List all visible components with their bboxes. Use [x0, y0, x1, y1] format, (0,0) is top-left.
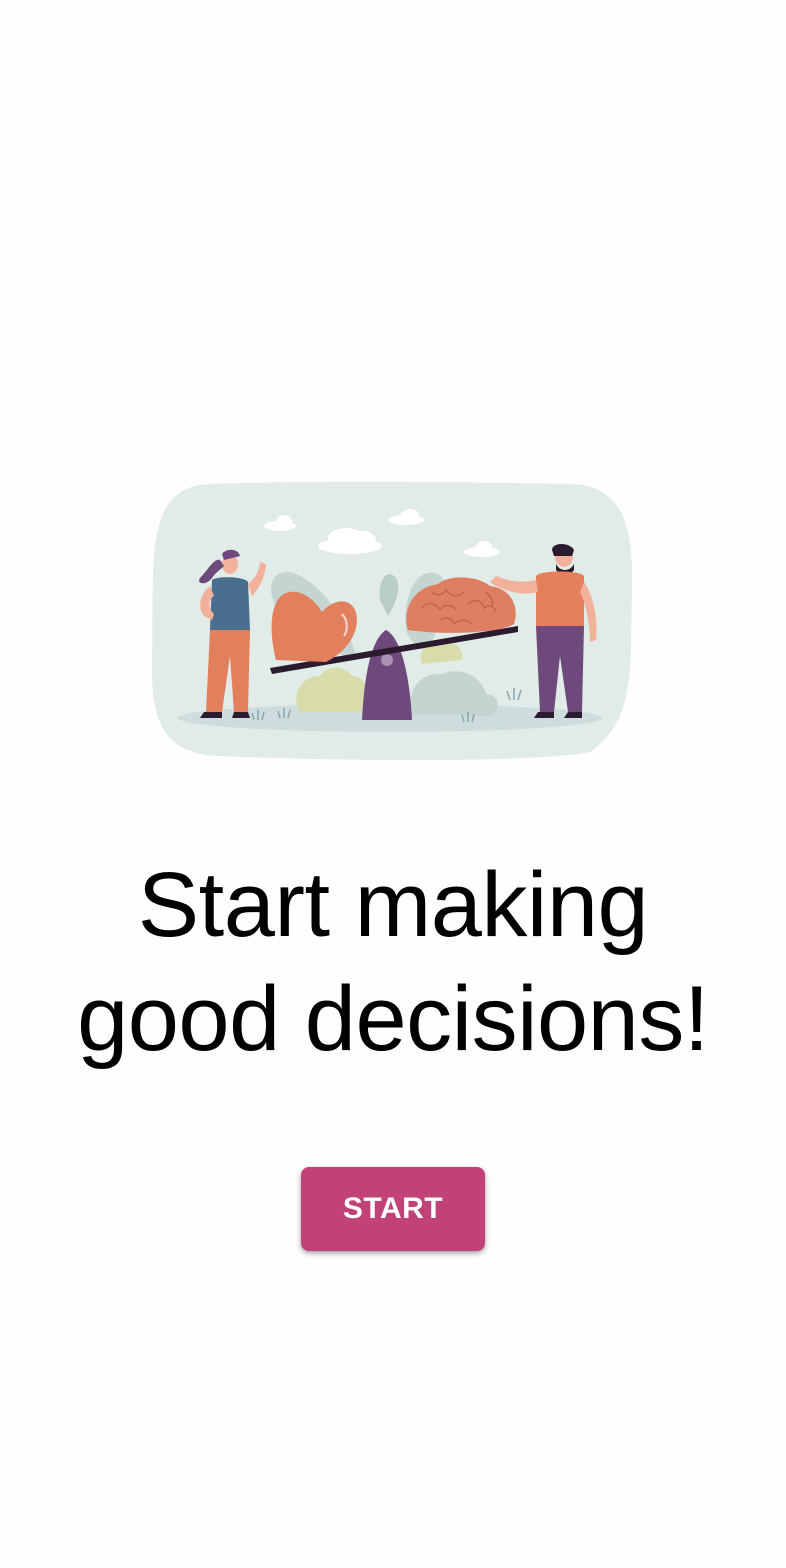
- onboarding-screen: Start making good decisions! START: [0, 0, 786, 1568]
- heart-brain-seesaw-illustration: [150, 480, 634, 760]
- headline: Start making good decisions!: [0, 848, 786, 1076]
- headline-line-2: good decisions!: [77, 968, 709, 1070]
- start-button[interactable]: START: [301, 1167, 485, 1251]
- headline-line-1: Start making: [137, 854, 649, 956]
- fulcrum-pivot: [381, 654, 393, 666]
